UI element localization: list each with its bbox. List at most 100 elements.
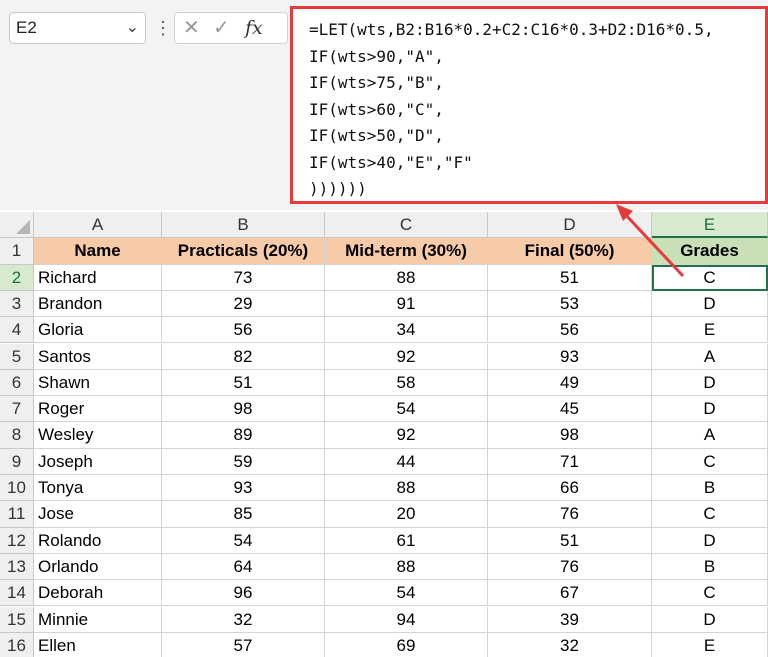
grade-cell[interactable]: C xyxy=(652,501,768,528)
name-cell[interactable]: Roger xyxy=(34,396,162,423)
name-cell[interactable]: Orlando xyxy=(34,553,162,581)
grade-cell[interactable]: C xyxy=(652,264,768,291)
score-cell[interactable]: 71 xyxy=(488,448,652,475)
score-cell[interactable]: 88 xyxy=(325,475,488,502)
name-cell[interactable]: Minnie xyxy=(34,606,162,633)
cancel-icon[interactable]: ✕ xyxy=(183,15,200,41)
row-header[interactable]: 6 xyxy=(0,369,34,397)
score-cell[interactable]: 64 xyxy=(162,553,325,581)
score-cell[interactable]: 45 xyxy=(488,396,652,423)
score-cell[interactable]: 96 xyxy=(162,580,325,607)
row-header[interactable]: 16 xyxy=(0,632,34,657)
column-header-b[interactable]: B xyxy=(162,212,325,239)
grade-cell[interactable]: D xyxy=(652,290,768,318)
header-cell[interactable]: Practicals (20%) xyxy=(162,238,325,265)
score-cell[interactable]: 76 xyxy=(488,501,652,528)
more-options-icon[interactable]: ⋮ xyxy=(154,14,172,42)
score-cell[interactable]: 39 xyxy=(488,606,652,633)
score-cell[interactable]: 88 xyxy=(325,264,488,291)
grade-cell[interactable]: E xyxy=(652,632,768,657)
score-cell[interactable]: 57 xyxy=(162,632,325,657)
name-cell[interactable]: Gloria xyxy=(34,317,162,344)
score-cell[interactable]: 98 xyxy=(162,396,325,423)
row-header[interactable]: 4 xyxy=(0,317,34,344)
score-cell[interactable]: 69 xyxy=(325,632,488,657)
score-cell[interactable]: 51 xyxy=(162,369,325,397)
header-cell[interactable]: Name xyxy=(34,238,162,265)
column-header-e[interactable]: E xyxy=(652,212,768,239)
name-cell[interactable]: Jose xyxy=(34,501,162,528)
grade-cell[interactable]: A xyxy=(652,422,768,449)
column-header-d[interactable]: D xyxy=(488,212,652,239)
formula-bar-input[interactable]: =LET(wts,B2:B16*0.2+C2:C16*0.3+D2:D16*0.… xyxy=(290,6,768,204)
select-all-icon[interactable] xyxy=(16,220,30,235)
score-cell[interactable]: 51 xyxy=(488,527,652,554)
row-header[interactable]: 14 xyxy=(0,580,34,607)
row-header[interactable]: 2 xyxy=(0,264,34,291)
score-cell[interactable]: 92 xyxy=(325,343,488,370)
score-cell[interactable]: 85 xyxy=(162,501,325,528)
row-header[interactable]: 3 xyxy=(0,290,34,318)
score-cell[interactable]: 66 xyxy=(488,475,652,502)
score-cell[interactable]: 61 xyxy=(325,527,488,554)
score-cell[interactable]: 34 xyxy=(325,317,488,344)
header-cell[interactable]: Grades xyxy=(652,238,768,265)
row-header[interactable]: 11 xyxy=(0,501,34,528)
chevron-down-icon[interactable]: ⌄ xyxy=(126,13,139,43)
score-cell[interactable]: 76 xyxy=(488,553,652,581)
column-header-a[interactable]: A xyxy=(34,212,162,239)
score-cell[interactable]: 98 xyxy=(488,422,652,449)
name-cell[interactable]: Tonya xyxy=(34,475,162,502)
grade-cell[interactable]: D xyxy=(652,396,768,423)
score-cell[interactable]: 51 xyxy=(488,264,652,291)
score-cell[interactable]: 54 xyxy=(325,580,488,607)
name-cell[interactable]: Shawn xyxy=(34,369,162,397)
score-cell[interactable]: 82 xyxy=(162,343,325,370)
score-cell[interactable]: 56 xyxy=(162,317,325,344)
score-cell[interactable]: 56 xyxy=(488,317,652,344)
name-cell[interactable]: Richard xyxy=(34,264,162,291)
score-cell[interactable]: 32 xyxy=(488,632,652,657)
score-cell[interactable]: 53 xyxy=(488,290,652,318)
grade-cell[interactable]: D xyxy=(652,527,768,554)
score-cell[interactable]: 89 xyxy=(162,422,325,449)
score-cell[interactable]: 92 xyxy=(325,422,488,449)
row-header[interactable]: 12 xyxy=(0,527,34,554)
grade-cell[interactable]: C xyxy=(652,448,768,475)
grade-cell[interactable]: A xyxy=(652,343,768,370)
score-cell[interactable]: 58 xyxy=(325,369,488,397)
name-cell[interactable]: Rolando xyxy=(34,527,162,554)
name-cell[interactable]: Joseph xyxy=(34,448,162,475)
score-cell[interactable]: 73 xyxy=(162,264,325,291)
score-cell[interactable]: 49 xyxy=(488,369,652,397)
score-cell[interactable]: 67 xyxy=(488,580,652,607)
row-header[interactable]: 15 xyxy=(0,606,34,633)
score-cell[interactable]: 91 xyxy=(325,290,488,318)
row-header[interactable]: 5 xyxy=(0,343,34,370)
select-all-corner[interactable] xyxy=(0,212,34,239)
function-icon[interactable]: fx xyxy=(245,15,263,41)
score-cell[interactable]: 20 xyxy=(325,501,488,528)
column-header-c[interactable]: C xyxy=(325,212,488,239)
grade-cell[interactable]: B xyxy=(652,553,768,581)
header-cell[interactable]: Mid-term (30%) xyxy=(325,238,488,265)
grade-cell[interactable]: D xyxy=(652,369,768,397)
grade-cell[interactable]: B xyxy=(652,475,768,502)
name-cell[interactable]: Santos xyxy=(34,343,162,370)
name-cell[interactable]: Brandon xyxy=(34,290,162,318)
score-cell[interactable]: 88 xyxy=(325,553,488,581)
grade-cell[interactable]: C xyxy=(652,580,768,607)
name-box[interactable]: E2 ⌄ xyxy=(9,12,146,44)
name-cell[interactable]: Ellen xyxy=(34,632,162,657)
row-header[interactable]: 9 xyxy=(0,448,34,475)
row-header[interactable]: 13 xyxy=(0,553,34,581)
score-cell[interactable]: 54 xyxy=(162,527,325,554)
enter-icon[interactable]: ✓ xyxy=(213,15,230,41)
score-cell[interactable]: 32 xyxy=(162,606,325,633)
name-cell[interactable]: Deborah xyxy=(34,580,162,607)
row-header[interactable]: 1 xyxy=(0,238,34,265)
score-cell[interactable]: 59 xyxy=(162,448,325,475)
score-cell[interactable]: 44 xyxy=(325,448,488,475)
score-cell[interactable]: 29 xyxy=(162,290,325,318)
grade-cell[interactable]: D xyxy=(652,606,768,633)
